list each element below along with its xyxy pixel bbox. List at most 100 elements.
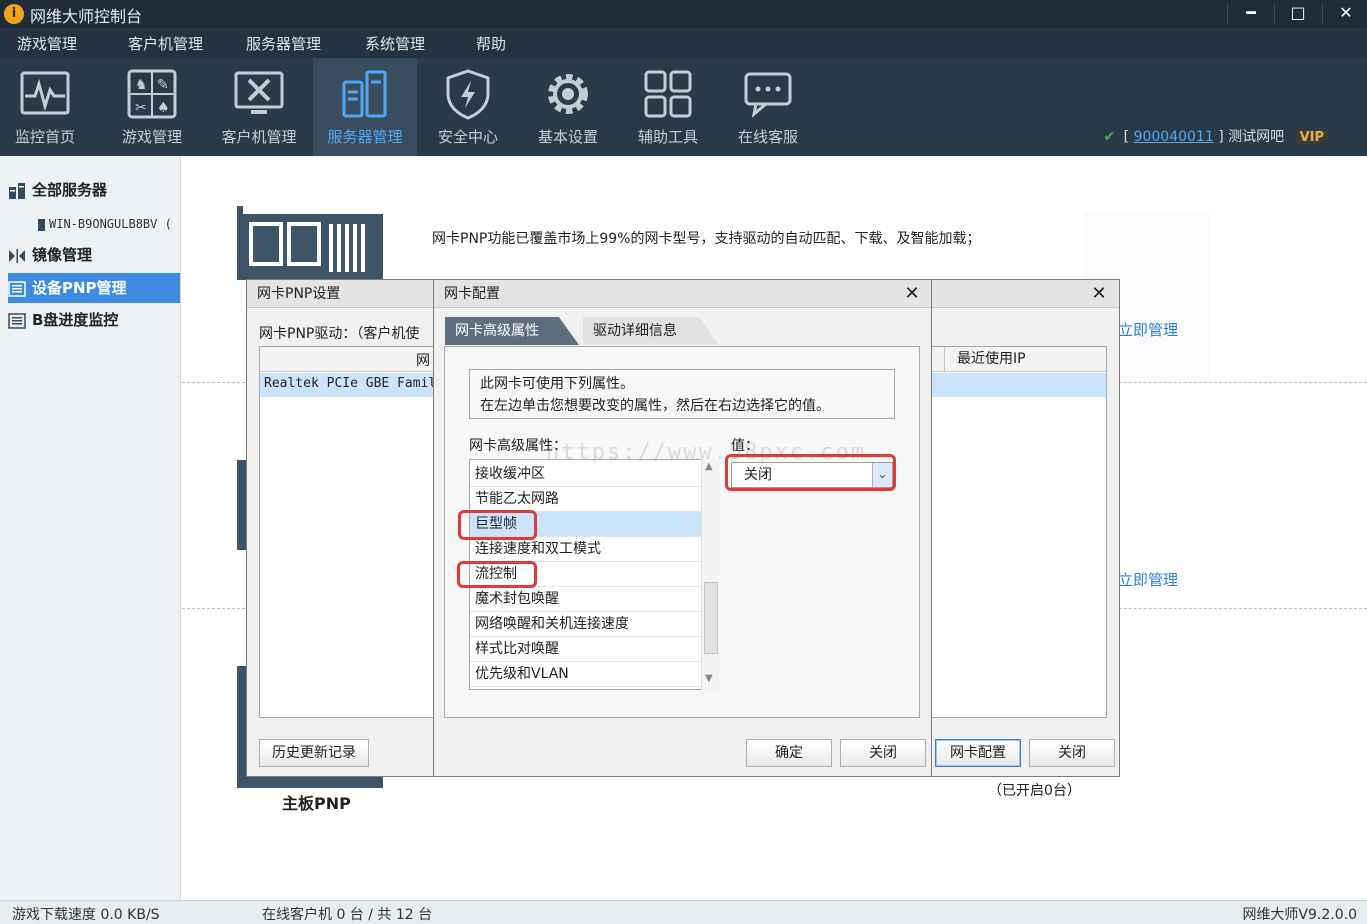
sidebar-item-label: B盘进度监控 bbox=[32, 311, 119, 329]
main-toolbar: 监控首页 ♞ ✎ ✂ ♠ 游戏管理 客户机管理 服务器管理 安全中心 基本设置 … bbox=[0, 58, 1367, 156]
svg-text:✂: ✂ bbox=[135, 100, 147, 116]
menu-server-management[interactable]: 服务器管理 bbox=[246, 33, 321, 54]
bracket-close: ] bbox=[1218, 129, 1224, 145]
nic-config-button[interactable]: 网卡配置 bbox=[935, 739, 1021, 767]
sidebar-item-label: 镜像管理 bbox=[32, 246, 93, 264]
watermark-text: https://www.58pxc.com bbox=[546, 440, 867, 465]
ok-button[interactable]: 确定 bbox=[746, 739, 832, 767]
tool-online-support[interactable]: 在线客服 bbox=[716, 58, 820, 156]
sidebar-item-b-disk-monitor[interactable]: B盘进度监控 bbox=[8, 305, 180, 335]
list-item-pattern-match-wake[interactable]: 样式比对唤醒 bbox=[470, 637, 702, 662]
game-cards-icon: ♞ ✎ ✂ ♠ bbox=[127, 69, 177, 119]
network-card-image bbox=[237, 206, 383, 280]
scroll-thumb[interactable] bbox=[704, 582, 718, 654]
config-close-button[interactable]: 关闭 bbox=[840, 739, 926, 767]
sidebar-item-mirror-management[interactable]: 镜像管理 bbox=[8, 240, 180, 270]
dialog-close-button[interactable]: ✕ bbox=[894, 280, 930, 308]
bracket-open: [ bbox=[1123, 129, 1130, 145]
tool-auxiliary-tools[interactable]: 辅助工具 bbox=[616, 58, 720, 156]
list-item-magic-packet-wake[interactable]: 魔术封包唤醒 bbox=[470, 587, 702, 612]
device-icon bbox=[8, 280, 26, 297]
tool-label: 基本设置 bbox=[537, 128, 598, 146]
svg-text:♞: ♞ bbox=[135, 77, 148, 93]
server-list-icon bbox=[9, 182, 25, 199]
menu-system-management[interactable]: 系统管理 bbox=[365, 33, 425, 54]
tool-server-management[interactable]: 服务器管理 bbox=[313, 58, 417, 156]
scroll-down-icon[interactable]: ▼ bbox=[705, 673, 713, 684]
pnp-close-button[interactable]: 关闭 bbox=[1029, 739, 1115, 767]
menu-bar: 游戏管理 客户机管理 服务器管理 系统管理 帮助 bbox=[0, 28, 1367, 58]
check-icon: ✔ bbox=[1103, 129, 1116, 145]
status-bar: 游戏下载速度 0.0 KB/S 在线客户机 0 台 / 共 12 台 网维大师V… bbox=[0, 900, 1367, 924]
dialog-close-button[interactable]: ✕ bbox=[1081, 280, 1117, 308]
bar-name: 测试网吧 bbox=[1228, 129, 1285, 145]
sidebar: 全部服务器 WIN-B9ONGULB8BV ( 镜像管理 设备PNP管理 B盘进… bbox=[0, 156, 181, 900]
server-node-label: WIN-B9ONGULB8BV ( bbox=[49, 217, 172, 231]
menu-help[interactable]: 帮助 bbox=[476, 33, 506, 54]
info-line-1: 此网卡可使用下列属性。 bbox=[480, 376, 634, 392]
minimize-button[interactable]: ━ bbox=[1228, 0, 1274, 28]
highlight-jumbo-frame bbox=[458, 510, 537, 540]
gear-icon bbox=[548, 74, 588, 114]
info-line-2: 在左边单击您想要改变的属性，然后在右边选择它的值。 bbox=[480, 398, 830, 414]
table-header-col-ip[interactable]: 最近使用IP bbox=[944, 347, 1026, 372]
server-node[interactable]: WIN-B9ONGULB8BV ( bbox=[38, 214, 172, 234]
list-item-wake-on-lan-speed[interactable]: 网络唤醒和关机连接速度 bbox=[470, 612, 702, 637]
svg-text:✎: ✎ bbox=[157, 77, 169, 93]
monitor-icon bbox=[20, 71, 70, 115]
shield-icon bbox=[446, 69, 490, 120]
server-node-icon bbox=[38, 218, 45, 231]
dialog-title: 网卡配置 bbox=[434, 280, 931, 308]
account-info: ✔ [ 900040011 ] 测试网吧 VIP bbox=[1103, 126, 1329, 146]
pnp-intro-text: 网卡PNP功能已覆盖市场上99%的网卡型号，支持驱动的自动匹配、下载、及智能加载… bbox=[432, 231, 981, 247]
grid-icon bbox=[644, 70, 692, 118]
tool-label: 安全中心 bbox=[437, 128, 498, 146]
list-item-receive-buffer[interactable]: 接收缓冲区 bbox=[470, 462, 702, 487]
manage-link-network[interactable]: 立即管理 bbox=[1118, 319, 1178, 340]
sidebar-item-device-pnp[interactable]: 设备PNP管理 bbox=[8, 273, 180, 303]
tool-label: 游戏管理 bbox=[121, 128, 182, 146]
tool-label: 监控首页 bbox=[14, 128, 75, 146]
tool-game-management[interactable]: ♞ ✎ ✂ ♠ 游戏管理 bbox=[100, 58, 204, 156]
tool-monitor-home[interactable]: 监控首页 bbox=[0, 58, 97, 156]
account-id-link[interactable]: 900040011 bbox=[1134, 129, 1214, 145]
manage-link-device[interactable]: 立即管理 bbox=[1118, 569, 1178, 590]
tab-advanced-properties[interactable]: 网卡高级属性 bbox=[445, 317, 579, 345]
close-window-button[interactable]: ✕ bbox=[1323, 0, 1367, 28]
sidebar-item-label: 全部服务器 bbox=[32, 181, 108, 199]
online-clients: 在线客户机 0 台 / 共 12 台 bbox=[262, 907, 433, 923]
table-cell-name: Realtek PCIe GBE Family bbox=[264, 376, 445, 391]
list-item-speed-duplex[interactable]: 连接速度和双工模式 bbox=[470, 537, 702, 562]
title-bar: i 网维大师控制台 ━ □ ✕ bbox=[0, 0, 1367, 28]
list-item-priority-vlan[interactable]: 优先级和VLAN bbox=[470, 662, 702, 687]
download-speed: 游戏下载速度 0.0 KB/S bbox=[12, 907, 160, 923]
opened-count: （已开启0台） bbox=[988, 783, 1081, 799]
info-box: 此网卡可使用下列属性。 在左边单击您想要改变的属性，然后在右边选择它的值。 bbox=[469, 369, 895, 419]
server-icon bbox=[342, 70, 387, 118]
app-logo-icon: i bbox=[4, 4, 24, 24]
menu-game-management[interactable]: 游戏管理 bbox=[17, 33, 77, 54]
motherboard-pnp-label: 主板PNP bbox=[282, 794, 351, 813]
driver-label: 网卡PNP驱动：（客户机使 bbox=[259, 326, 420, 342]
tool-label: 在线客服 bbox=[737, 128, 798, 146]
app-title: 网维大师控制台 bbox=[30, 7, 143, 26]
tab-driver-details[interactable]: 驱动详细信息 bbox=[583, 317, 719, 345]
maximize-button[interactable]: □ bbox=[1275, 0, 1321, 28]
history-button[interactable]: 历史更新记录 bbox=[259, 739, 369, 767]
tool-basic-settings[interactable]: 基本设置 bbox=[516, 58, 620, 156]
menu-client-management[interactable]: 客户机管理 bbox=[128, 33, 203, 54]
table-header-col-name[interactable]: 网 bbox=[416, 350, 430, 370]
app-version: 网维大师V9.2.0.0 bbox=[1242, 907, 1357, 923]
tools-icon bbox=[234, 71, 284, 114]
list-scrollbar[interactable]: ▲ ▼ bbox=[701, 459, 719, 690]
mirror-icon bbox=[9, 248, 25, 263]
highlight-flow-control bbox=[457, 561, 537, 588]
sidebar-item-all-servers[interactable]: 全部服务器 bbox=[8, 175, 180, 205]
vip-badge: VIP bbox=[1294, 130, 1329, 145]
sidebar-item-label: 设备PNP管理 bbox=[32, 279, 127, 297]
tool-label: 客户机管理 bbox=[221, 128, 297, 146]
tool-client-management[interactable]: 客户机管理 bbox=[207, 58, 311, 156]
tool-security-center[interactable]: 安全中心 bbox=[416, 58, 520, 156]
list-item-energy-efficient-ethernet[interactable]: 节能乙太网路 bbox=[470, 487, 702, 512]
chat-icon bbox=[744, 72, 792, 118]
